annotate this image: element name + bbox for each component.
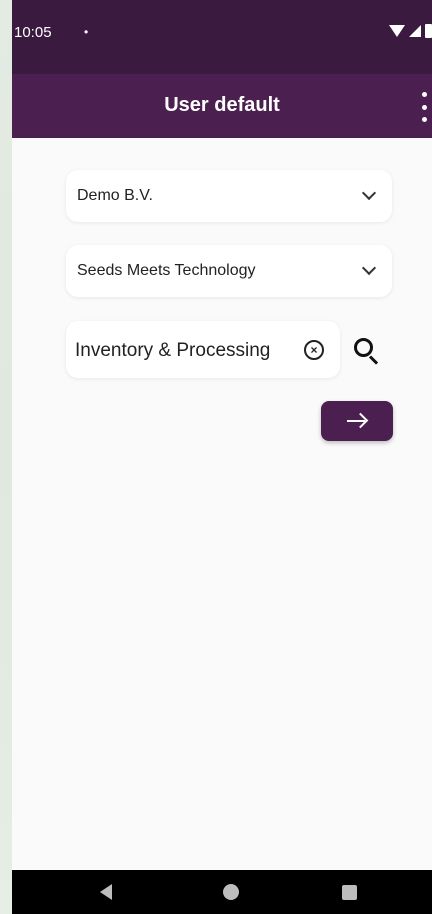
page-title: User default [164,94,280,116]
background-map-strip [0,0,12,914]
clear-circle-icon[interactable]: × [304,340,324,360]
status-bar: 10:05 • [12,0,432,74]
chevron-down-icon [361,260,377,276]
screen: 10:05 • User default Demo B.V. Seeds Mee… [0,0,432,914]
battery-icon [425,24,432,38]
search-input[interactable]: Inventory & Processing × [66,321,340,378]
company-select[interactable]: Demo B.V. [66,170,392,222]
status-time: 10:05 [14,24,52,41]
next-button[interactable] [321,401,393,441]
nav-back-icon[interactable] [100,884,112,900]
company-select-value: Demo B.V. [77,187,153,204]
app-bar: User default [12,74,432,138]
notification-dot: • [84,25,89,39]
division-select[interactable]: Seeds Meets Technology [66,245,392,297]
search-icon[interactable] [352,336,382,366]
search-input-value: Inventory & Processing [75,340,271,361]
wifi-icon [389,25,405,37]
division-select-value: Seeds Meets Technology [77,262,256,279]
status-icons [389,24,432,38]
phone-screen: 10:05 • User default Demo B.V. Seeds Mee… [12,0,432,914]
chevron-down-icon [361,185,377,201]
system-nav-bar [12,870,432,914]
more-vert-icon[interactable] [418,92,430,122]
signal-icon [409,25,421,37]
nav-home-icon[interactable] [223,884,239,900]
arrow-right-icon [347,420,365,422]
nav-recents-icon[interactable] [342,885,357,900]
